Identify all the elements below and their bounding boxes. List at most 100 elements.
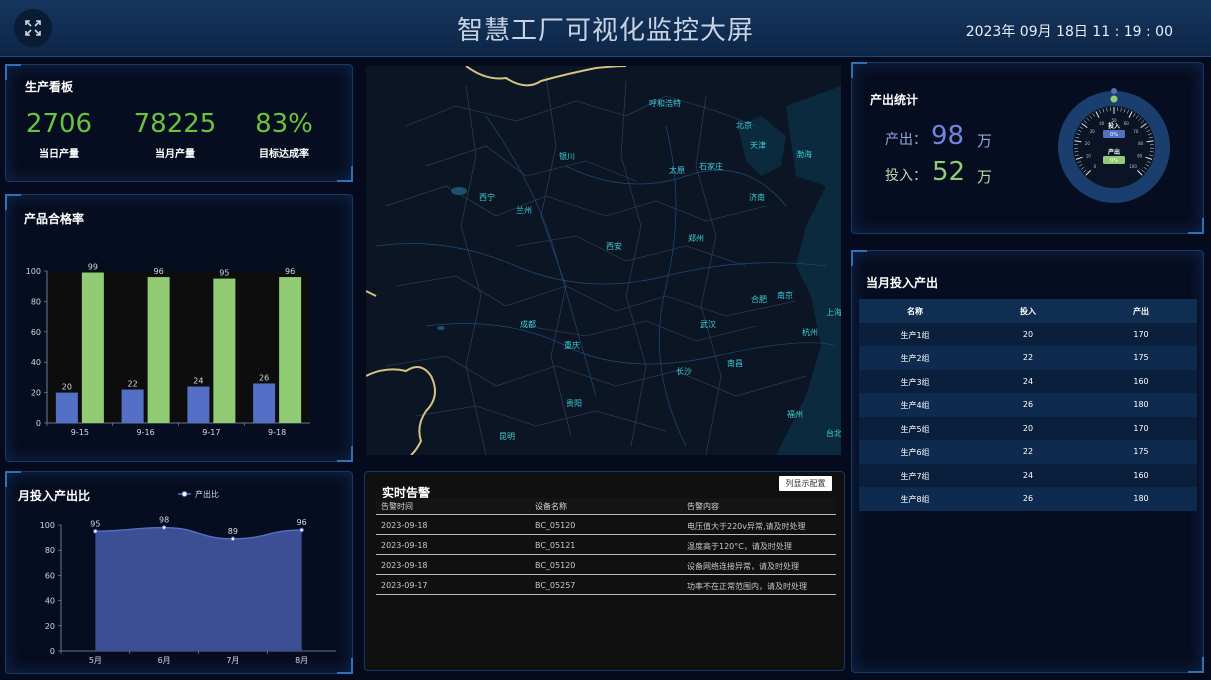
x-tick-label: 9-16 — [137, 428, 155, 437]
io-ratio-panel: 月投入产出比 0 20 40 60 80 100 5月 95 6月 98 7月 89 8月 96 产出比 — [5, 471, 353, 674]
x-tick-label: 6月 — [158, 656, 171, 665]
y-tick-label: 20 — [31, 389, 41, 398]
bar-value-label: 96 — [154, 267, 164, 276]
legend-label: 产出比 — [195, 489, 219, 499]
alarm-col-content: 告警内容 — [687, 502, 719, 511]
alarm-time: 2023-09-18 — [381, 521, 428, 530]
map-city-guiyang: 贵阳 — [566, 398, 582, 408]
table-row[interactable]: 生产8组 26 180 — [859, 487, 1197, 511]
output-pointer — [1111, 88, 1117, 94]
table-row[interactable]: 2023-09-18 BC_05120 设备网络连接异常，请及时处理 — [376, 555, 836, 575]
map-city-hangzhou: 杭州 — [802, 327, 818, 337]
table-row[interactable]: 生产3组 24 160 — [859, 369, 1197, 393]
table-row[interactable]: 生产7组 24 160 — [859, 463, 1197, 487]
map-city-hohhot: 呼和浩特 — [649, 98, 681, 108]
map-city-shijiazhuang: 石家庄 — [699, 161, 723, 171]
map-city-lanzhou: 兰州 — [516, 205, 532, 215]
bar — [55, 392, 78, 423]
io-input-cell: 24 — [1022, 376, 1034, 386]
io-col-output: 产出 — [1133, 307, 1149, 316]
table-row[interactable]: 2023-09-18 BC_05121 温度高于120°C，请及时处理 — [376, 535, 836, 555]
y-tick-label: 100 — [26, 267, 41, 276]
gauge-tick-label: 70 — [1133, 129, 1139, 134]
column-config-button[interactable]: 列显示配置 — [779, 476, 832, 491]
map-city-nanjing: 南京 — [777, 290, 793, 300]
table-row[interactable]: 生产6组 22 175 — [859, 440, 1197, 464]
table-row[interactable]: 2023-09-18 BC_05120 电压值大于220v异常,请及时处理 — [376, 515, 836, 535]
point-value-label: 95 — [90, 519, 100, 528]
io-input-cell: 24 — [1022, 470, 1034, 480]
series-area — [95, 527, 302, 651]
io-input-cell: 20 — [1022, 329, 1034, 339]
alarm-time: 2023-09-18 — [381, 541, 428, 550]
io-input-cell: 26 — [1022, 400, 1034, 409]
io-name-cell: 生产1组 — [900, 330, 930, 340]
input-unit: 万 — [977, 168, 993, 186]
table-row[interactable]: 生产4组 26 180 — [859, 393, 1197, 417]
alarm-device: BC_05121 — [535, 541, 576, 550]
monthly-output-label: 当月产量 — [155, 149, 195, 160]
table-row[interactable]: 生产5组 20 170 — [859, 416, 1197, 440]
map-city-nanchang: 南昌 — [727, 358, 743, 368]
alarm-device: BC_05120 — [535, 561, 576, 570]
io-name-cell: 生产5组 — [900, 424, 930, 434]
io-gauge: 0102030405060708090100投入0%产出0% — [1058, 88, 1170, 203]
gauge-output-percent: 0% — [1110, 158, 1118, 164]
output-value: 98 — [931, 121, 965, 151]
io-name-cell: 生产3组 — [900, 377, 930, 387]
gauge-tick-label: 100 — [1129, 164, 1137, 169]
gauge-tick-label: 80 — [1138, 141, 1144, 146]
map-city-hefei: 合肥 — [751, 294, 767, 304]
input-label: 投入： — [885, 168, 927, 184]
table-row[interactable]: 2023-09-17 BC_05257 功率不在正常范围内，请及时处理 — [376, 575, 836, 595]
x-tick-label: 5月 — [89, 656, 102, 665]
gauge-input-percent: 0% — [1110, 132, 1118, 138]
map-city-bohai: 渤海 — [796, 149, 812, 159]
io-output-cell: 170 — [1133, 423, 1149, 433]
io-input-cell: 20 — [1022, 423, 1034, 433]
header: 智慧工厂可视化监控大屏 2023年 09月 18日 11 : 19 : 00 — [0, 0, 1211, 57]
monthly-io-title: 当月投入产出 — [866, 276, 939, 290]
io-input-cell: 22 — [1022, 447, 1034, 456]
io-output-cell: 175 — [1133, 447, 1149, 456]
gauge-tick-label: 20 — [1085, 141, 1091, 146]
target-rate-label: 目标达成率 — [259, 149, 309, 160]
io-col-input: 投入 — [1020, 307, 1036, 316]
map-city-beijing: 北京 — [736, 120, 752, 130]
gauge-tick-label: 40 — [1099, 121, 1105, 126]
x-tick-label: 9-15 — [71, 428, 89, 437]
y-tick-label: 40 — [45, 597, 55, 606]
bar-value-label: 95 — [219, 269, 229, 278]
target-rate-stat: 83% 目标达成率 — [234, 109, 334, 160]
alarm-device: BC_05257 — [535, 581, 576, 590]
io-output-cell: 180 — [1133, 494, 1149, 503]
alarm-table-header: 告警时间 设备名称 告警内容 — [376, 498, 836, 515]
io-output-cell: 175 — [1133, 353, 1149, 362]
datetime-display: 2023年 09月 18日 11 : 19 : 00 — [965, 24, 1173, 40]
alarm-content: 温度高于120°C，请及时处理 — [687, 542, 792, 551]
map-city-chongqing: 重庆 — [564, 340, 580, 350]
bar — [253, 383, 276, 423]
y-tick-label: 0 — [50, 647, 55, 656]
x-tick-label: 8月 — [295, 656, 308, 665]
map-city-taipei: 台北 — [826, 428, 841, 438]
quality-rate-panel: 产品合格率 0 20 40 60 80 100 9-15 20 99 9-16 22 96 9-17 24… — [5, 194, 353, 462]
point-value-label: 89 — [228, 527, 238, 536]
x-tick-label: 7月 — [226, 656, 239, 665]
y-tick-label: 20 — [45, 622, 55, 631]
io-output-cell: 160 — [1133, 376, 1149, 386]
monthly-io-table: 名称 投入 产出 生产1组 20 170 生产2组 22 175 生产3组 24 160 生产4组… — [859, 299, 1197, 511]
y-tick-label: 80 — [31, 297, 41, 306]
alarm-device: BC_05120 — [535, 521, 576, 530]
map-city-wuhan: 武汉 — [700, 319, 716, 329]
table-row[interactable]: 生产2组 22 175 — [859, 346, 1197, 370]
bar-value-label: 24 — [193, 377, 203, 386]
table-row[interactable]: 生产1组 20 170 — [859, 322, 1197, 346]
monthly-output-stat: 78225 当月产量 — [125, 109, 225, 160]
bar — [279, 277, 302, 423]
china-map[interactable]: 呼和浩特 北京 天津 银川 太原 石家庄 渤海 西宁 兰州 济南 郑州 西安 合… — [366, 66, 841, 455]
io-input-cell: 26 — [1022, 494, 1034, 503]
bar-value-label: 96 — [285, 267, 295, 276]
alarm-time: 2023-09-18 — [381, 561, 428, 570]
bar — [121, 389, 144, 423]
